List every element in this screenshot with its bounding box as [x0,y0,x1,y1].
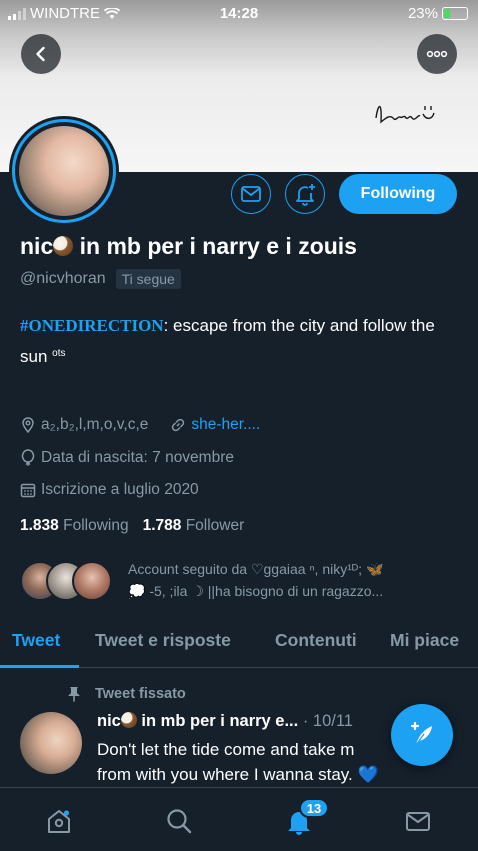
profile-joined-row: Iscrizione a luglio 2020 [20,481,199,499]
profile-website-link[interactable]: she-her.... [191,416,260,434]
location-pin-icon [22,417,34,433]
following-button[interactable]: Following [339,174,457,214]
mini-avatar [72,561,112,601]
tweet-text[interactable]: Don't let the tide come and take m from … [97,737,397,787]
profile-tabs: Tweet Tweet e risposte Contenuti Mi piac… [0,622,478,668]
tab-contenuti[interactable]: Contenuti [275,630,357,651]
back-button[interactable] [21,34,61,74]
followed-by-avatars [20,561,120,601]
followed-by-section[interactable]: Account seguito da ♡ggaiaa ⁿ, niky¹ᴰ; 🦋 … [20,558,470,606]
tweet-author-avatar[interactable] [20,712,82,774]
notify-button[interactable] [285,174,325,214]
nav-search[interactable] [164,806,194,836]
battery-percent: 23% [407,5,438,22]
follow-stats: 1.838 Following 1.788 Follower [20,517,244,535]
profile-birthday: Data di nascita: 7 novembre [41,449,234,466]
compose-tweet-button[interactable] [391,704,453,766]
bio-hashtag-link[interactable]: #ONEDIRECTION [20,316,164,335]
profile-avatar[interactable] [9,116,119,226]
balloon-icon [21,449,35,466]
profile-birthday-row: Data di nascita: 7 novembre [20,449,234,467]
mail-icon [241,186,261,202]
profile-joined-date: Iscrizione a luglio 2020 [41,481,199,498]
followed-by-line-2: 💭 -5, ;ila ☽ ||ha bisogno di un ragazzo.… [128,583,384,599]
clock: 14:28 [219,5,259,22]
tweet-header[interactable]: nic in mb per i narry e... · 10/11 [97,712,353,731]
link-icon [172,418,185,432]
pinned-tweet-label: Tweet fissato [67,686,186,702]
message-button[interactable] [231,174,271,214]
profile-meta-row: a₂,b₂,l,m,o,v,c,e she-her.... [20,416,260,434]
coconut-emoji-icon [53,236,74,256]
tab-tweet[interactable]: Tweet [12,630,60,651]
coconut-emoji-icon [120,712,137,728]
profile-bio: #ONEDIRECTION: escape from the city and … [20,316,435,366]
nav-home[interactable] [44,806,74,836]
feather-plus-icon [410,721,432,746]
notifications-count-badge: 13 [299,798,329,818]
profile-location: a₂,b₂,l,m,o,v,c,e [41,416,149,433]
banner-signature [372,92,442,137]
bell-plus-icon [296,184,315,206]
tweet-date: · 10/11 [298,712,353,730]
chevron-left-icon [36,46,45,62]
bottom-navigation [0,787,478,851]
status-bar: WINDTRE 14:28 23% [0,0,478,28]
pin-icon [68,687,80,702]
active-tab-indicator [0,665,79,668]
home-icon [48,810,70,833]
following-stat[interactable]: 1.838 Following [20,517,129,535]
followers-stat[interactable]: 1.788 Follower [143,517,245,535]
calendar-icon [20,483,36,498]
blue-heart-emoji: 💙 [357,765,379,784]
followed-by-line-1: Account seguito da ♡ggaiaa ⁿ, niky¹ᴰ; 🦋 [128,561,384,577]
tab-tweet-e-risposte[interactable]: Tweet e risposte [95,630,231,651]
more-button[interactable] [417,34,457,74]
profile-handle: @nicvhoran [20,270,106,287]
follows-you-badge: Ti segue [115,269,181,289]
mail-icon [406,812,430,831]
tab-mi-piace[interactable]: Mi piace [390,630,459,651]
battery-icon [442,7,468,20]
nav-messages[interactable] [403,806,433,836]
avatar-photo [19,126,109,216]
profile-display-name: nic in mb per i narry e i zouis [20,233,357,259]
search-icon [167,809,192,834]
more-dots-icon [426,50,448,58]
